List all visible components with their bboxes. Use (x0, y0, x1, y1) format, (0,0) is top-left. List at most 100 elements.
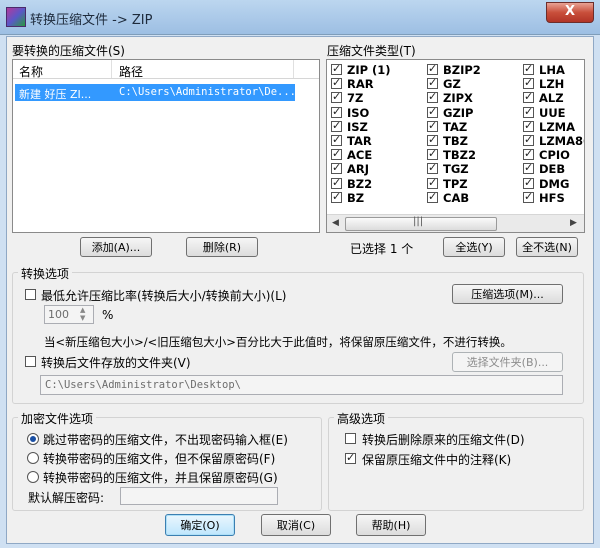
type-checkbox[interactable] (331, 119, 342, 132)
default-password-label: 默认解压密码: (28, 491, 105, 505)
app-icon (6, 7, 26, 27)
type-checkbox[interactable] (427, 62, 438, 75)
types-grid: ZIP (1)RAR7ZISOISZTARACEARJBZ2BZ BZIP2GZZ… (331, 62, 584, 209)
type-checkbox[interactable] (331, 105, 342, 118)
encryption-label: 加密文件选项 (18, 410, 97, 427)
column-header-path[interactable]: 路径 (119, 63, 143, 80)
type-label: ZIP (1) (347, 63, 391, 77)
convert-no-password-radio[interactable] (27, 452, 39, 464)
type-checkbox[interactable] (523, 147, 534, 161)
folder-path-value: C:\Users\Administrator\Desktop\ (45, 379, 241, 391)
column-divider[interactable] (293, 60, 294, 78)
type-label: BZ (347, 190, 365, 205)
type-label: LHA (539, 63, 565, 77)
type-checkbox[interactable] (523, 133, 534, 146)
column-header-name[interactable]: 名称 (19, 63, 43, 80)
type-label: TAZ (443, 119, 468, 134)
type-checkbox[interactable] (331, 133, 342, 146)
type-checkbox[interactable] (523, 190, 534, 203)
ok-button[interactable]: 确定(O) (165, 514, 235, 536)
type-checkbox[interactable] (427, 119, 438, 132)
type-label: GZIP (443, 105, 474, 120)
percent-sign: % (102, 308, 114, 322)
type-label: ACE (347, 148, 373, 163)
scroll-grip-icon: ||| (413, 216, 424, 227)
types-list[interactable]: ZIP (1)RAR7ZISOISZTARACEARJBZ2BZ BZIP2GZZ… (326, 59, 585, 233)
type-checkbox[interactable] (427, 105, 438, 118)
skip-encrypted-label: 跳过带密码的压缩文件，不出现密码输入框(E) (43, 433, 288, 447)
ratio-explanation: 当<新压缩包大小>/<旧压缩包大小>百分比大于此值时，将保留原压缩文件，不进行转… (44, 335, 512, 349)
spin-down-icon[interactable]: ▼ (80, 314, 85, 322)
scroll-left-icon[interactable]: ◀ (329, 217, 342, 230)
horizontal-scrollbar[interactable]: ◀ ||| ▶ (327, 214, 584, 232)
type-checkbox[interactable] (427, 147, 438, 161)
type-checkbox[interactable] (331, 176, 342, 189)
type-label: UUE (539, 105, 566, 120)
type-label: 7Z (347, 91, 364, 106)
type-label: BZIP2 (443, 63, 481, 77)
type-label: HFS (539, 190, 565, 205)
type-label: TBZ2 (443, 148, 476, 163)
type-checkbox[interactable] (427, 76, 438, 90)
archives-list[interactable]: 名称 路径 新建 好压 ZI... C:\Users\Administrator… (12, 59, 320, 233)
type-checkbox[interactable] (427, 90, 438, 104)
type-checkbox[interactable] (523, 119, 534, 132)
type-label: TPZ (443, 176, 468, 191)
type-checkbox[interactable] (331, 147, 342, 161)
delete-original-checkbox[interactable] (345, 433, 356, 444)
skip-encrypted-radio[interactable] (27, 433, 39, 445)
type-checkbox[interactable] (523, 105, 534, 118)
ratio-spinner[interactable]: 100 ▲ ▼ (44, 305, 94, 324)
convert-keep-password-label: 转换带密码的压缩文件，并且保留原密码(G) (43, 471, 278, 485)
type-checkbox[interactable] (523, 90, 534, 104)
type-label: ARJ (347, 162, 370, 177)
type-checkbox[interactable] (427, 161, 438, 175)
add-button[interactable]: 添加(A)... (80, 237, 152, 257)
table-row[interactable]: 新建 好压 ZI... C:\Users\Administrator\De... (15, 84, 296, 101)
select-none-button[interactable]: 全不选(N) (516, 237, 578, 257)
selected-count: 已选择 1 个 (350, 242, 414, 256)
type-checkbox[interactable] (427, 190, 438, 203)
spin-up-icon[interactable]: ▲ (80, 306, 85, 314)
help-button[interactable]: 帮助(H) (356, 514, 426, 536)
type-label: LZH (539, 77, 565, 92)
delete-button[interactable]: 删除(R) (186, 237, 258, 257)
scroll-right-icon[interactable]: ▶ (567, 217, 580, 230)
type-checkbox[interactable] (331, 76, 342, 90)
type-checkbox[interactable] (331, 90, 342, 104)
default-password-field[interactable] (120, 487, 278, 505)
save-folder-checkbox[interactable] (25, 356, 36, 367)
type-checkbox[interactable] (427, 133, 438, 146)
save-folder-label: 转换后文件存放的文件夹(V) (41, 356, 191, 370)
folder-path-field[interactable]: C:\Users\Administrator\Desktop\ (40, 375, 563, 395)
type-checkbox[interactable] (331, 190, 342, 203)
min-ratio-label: 最低允许压缩比率(转换后大小/转换前大小)(L) (41, 289, 287, 303)
convert-keep-password-radio[interactable] (27, 471, 39, 483)
type-checkbox[interactable] (523, 161, 534, 175)
type-label: DEB (539, 162, 566, 177)
compress-options-button[interactable]: 压缩选项(M)... (452, 284, 563, 304)
type-checkbox[interactable] (331, 161, 342, 175)
type-label: BZ2 (347, 176, 373, 191)
type-checkbox[interactable] (523, 176, 534, 189)
type-label: TAR (347, 134, 372, 148)
delete-original-label: 转换后删除原来的压缩文件(D) (362, 433, 525, 447)
scroll-thumb[interactable]: ||| (345, 216, 497, 231)
type-checkbox[interactable] (427, 176, 438, 189)
type-label: TGZ (443, 162, 469, 177)
column-divider[interactable] (111, 60, 112, 78)
close-button[interactable]: X (546, 2, 594, 23)
type-checkbox[interactable] (523, 76, 534, 90)
keep-comment-checkbox[interactable] (345, 451, 356, 464)
type-label: RAR (347, 77, 374, 92)
min-ratio-checkbox[interactable] (25, 289, 36, 300)
cancel-button[interactable]: 取消(C) (261, 514, 331, 536)
title-bar: 转换压缩文件 -> ZIP X (0, 0, 600, 35)
select-all-button[interactable]: 全选(Y) (443, 237, 505, 257)
window-title: 转换压缩文件 -> ZIP (30, 13, 153, 28)
choose-folder-button[interactable]: 选择文件夹(B)... (452, 352, 563, 372)
type-checkbox[interactable] (331, 62, 342, 75)
type-label: LZMA86 (539, 134, 584, 148)
convert-no-password-label: 转换带密码的压缩文件，但不保留原密码(F) (43, 452, 276, 466)
type-checkbox[interactable] (523, 62, 534, 75)
